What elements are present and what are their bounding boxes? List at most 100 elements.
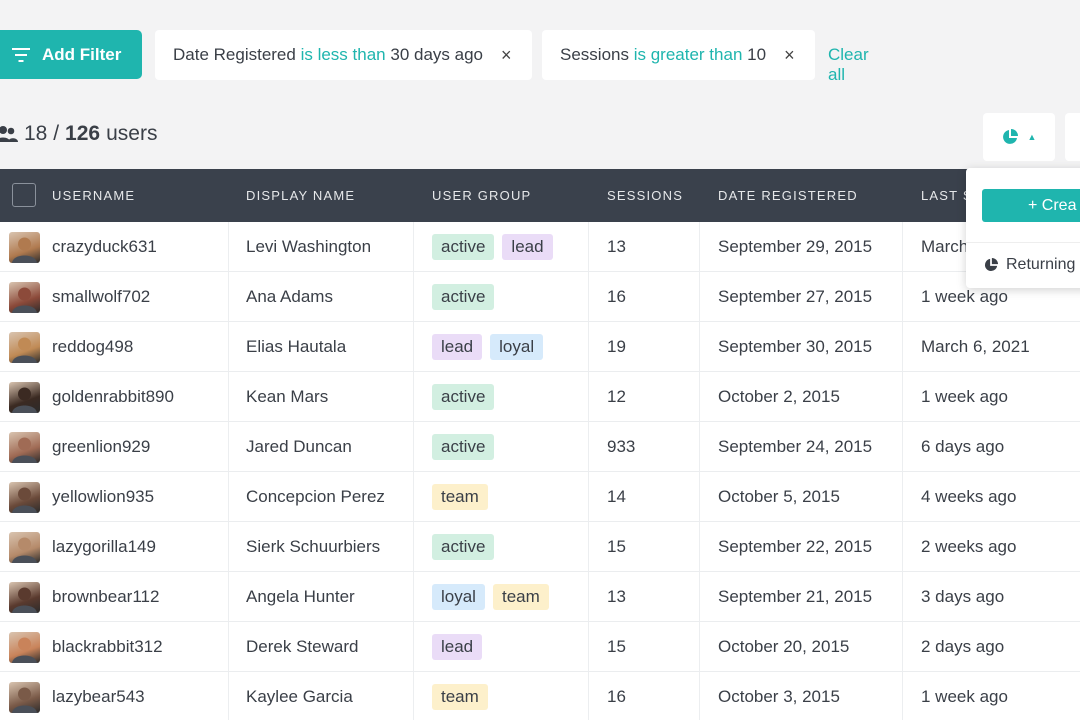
segments-dropdown: + Crea Returning	[966, 168, 1080, 288]
avatar	[9, 232, 40, 263]
pie-chart-icon	[984, 258, 998, 272]
display-name-cell: Ana Adams	[246, 287, 333, 306]
table-body: crazyduck631 Levi Washington active lead 13 S…	[0, 222, 1080, 720]
sessions-cell: 12	[607, 387, 626, 406]
display-name-cell: Concepcion Perez	[246, 487, 385, 506]
table-row[interactable]: smallwolf702 Ana Adams active 16 September 2…	[0, 272, 1080, 322]
user-group-cell: lead	[432, 622, 490, 672]
count-separator: /	[53, 122, 60, 145]
table-row[interactable]: brownbear112 Angela Hunter loyal team 13 Sept…	[0, 572, 1080, 622]
column-divider	[228, 422, 229, 471]
header-last-seen[interactable]: LAST S	[921, 169, 973, 222]
avatar	[9, 482, 40, 513]
more-button[interactable]	[1065, 113, 1080, 161]
user-group-cell: active	[432, 522, 502, 572]
column-divider	[413, 522, 414, 571]
user-group-tag: team	[492, 584, 549, 610]
column-divider	[902, 522, 903, 571]
sessions-cell: 14	[607, 487, 626, 506]
user-group-tag: team	[432, 684, 488, 710]
sessions-cell: 19	[607, 337, 626, 356]
date-registered-cell: September 29, 2015	[718, 237, 873, 256]
column-divider	[699, 472, 700, 521]
last-seen-cell: March 6, 2021	[921, 337, 1030, 356]
table-row[interactable]: goldenrabbit890 Kean Mars active 12 October …	[0, 372, 1080, 422]
chip-operator: is less than	[300, 45, 386, 64]
display-name-cell: Kaylee Garcia	[246, 687, 353, 706]
clear-all-link[interactable]: Clear all	[828, 45, 869, 85]
last-seen-cell: 1 week ago	[921, 687, 1008, 706]
user-group-cell: loyal team	[432, 572, 557, 622]
date-registered-cell: September 30, 2015	[718, 337, 873, 356]
last-seen-cell: 2 weeks ago	[921, 537, 1017, 556]
column-divider	[413, 372, 414, 421]
user-group-tag: active	[432, 434, 495, 460]
header-user-group[interactable]: USER GROUP	[432, 169, 531, 222]
avatar	[9, 382, 40, 413]
column-divider	[228, 622, 229, 671]
segment-item-returning[interactable]: Returning	[984, 256, 1075, 274]
column-divider	[699, 672, 700, 720]
date-registered-cell: September 27, 2015	[718, 287, 873, 306]
column-divider	[699, 522, 700, 571]
date-registered-cell: October 5, 2015	[718, 487, 840, 506]
table-row[interactable]: greenlion929 Jared Duncan active 933 Septemb…	[0, 422, 1080, 472]
table-row[interactable]: yellowlion935 Concepcion Perez team 14 Octob…	[0, 472, 1080, 522]
table-row[interactable]: lazybear543 Kaylee Garcia team 16 October 3,…	[0, 672, 1080, 720]
user-group-tag: loyal	[432, 584, 485, 610]
column-divider	[413, 222, 414, 271]
create-segment-button[interactable]: + Crea	[982, 189, 1080, 222]
column-divider	[902, 222, 903, 271]
username-cell: goldenrabbit890	[52, 387, 174, 406]
column-divider	[588, 572, 589, 621]
users-table: USERNAME DISPLAY NAME USER GROUP SESSION…	[0, 169, 1080, 720]
column-divider	[902, 372, 903, 421]
add-filter-button[interactable]: Add Filter	[0, 30, 142, 79]
filter-chip-date-registered[interactable]: Date Registered is less than 30 days ago…	[155, 30, 532, 80]
table-row[interactable]: lazygorilla149 Sierk Schuurbiers active 15 S…	[0, 522, 1080, 572]
users-icon	[0, 126, 18, 142]
table-row[interactable]: crazyduck631 Levi Washington active lead 13 S…	[0, 222, 1080, 272]
column-divider	[228, 222, 229, 271]
filter-chip-sessions[interactable]: Sessions is greater than 10 ×	[542, 30, 815, 80]
header-display-name[interactable]: DISPLAY NAME	[246, 169, 355, 222]
user-group-tag: team	[432, 484, 488, 510]
user-group-cell: lead loyal	[432, 322, 551, 372]
header-sessions[interactable]: SESSIONS	[607, 169, 683, 222]
avatar	[9, 432, 40, 463]
date-registered-cell: October 20, 2015	[718, 637, 850, 656]
chip-operator: is greater than	[633, 45, 743, 64]
header-date-registered[interactable]: DATE REGISTERED	[718, 169, 858, 222]
column-divider	[902, 272, 903, 321]
sessions-cell: 15	[607, 537, 626, 556]
filter-icon	[12, 47, 30, 62]
display-name-cell: Elias Hautala	[246, 337, 347, 356]
display-name-cell: Derek Steward	[246, 637, 359, 656]
username-cell: greenlion929	[52, 437, 151, 456]
count-unit: users	[106, 122, 158, 145]
column-divider	[413, 272, 414, 321]
close-icon[interactable]: ×	[501, 45, 512, 66]
sessions-cell: 13	[607, 587, 626, 606]
chip-value: 10	[747, 45, 767, 64]
last-seen-cell: 1 week ago	[921, 387, 1008, 406]
chip-field: Date Registered	[173, 45, 296, 64]
avatar	[9, 532, 40, 563]
column-divider	[588, 322, 589, 371]
user-group-tag: active	[432, 234, 495, 260]
caret-up-icon: ▲	[1027, 132, 1037, 142]
select-all-checkbox[interactable]	[12, 183, 36, 207]
date-registered-cell: September 22, 2015	[718, 537, 873, 556]
header-username[interactable]: USERNAME	[52, 169, 135, 222]
column-divider	[588, 372, 589, 421]
table-row[interactable]: blackrabbit312 Derek Steward lead 15 October…	[0, 622, 1080, 672]
segments-button[interactable]: ▲	[983, 113, 1055, 161]
chip-value: 30 days ago	[390, 45, 483, 64]
close-icon[interactable]: ×	[784, 45, 795, 66]
table-row[interactable]: reddog498 Elias Hautala lead loyal 19 Septemb…	[0, 322, 1080, 372]
date-registered-cell: October 3, 2015	[718, 687, 840, 706]
user-group-cell: active	[432, 372, 502, 422]
user-group-tag: lead	[432, 634, 483, 660]
username-cell: yellowlion935	[52, 487, 155, 506]
last-seen-cell: 6 days ago	[921, 437, 1005, 456]
